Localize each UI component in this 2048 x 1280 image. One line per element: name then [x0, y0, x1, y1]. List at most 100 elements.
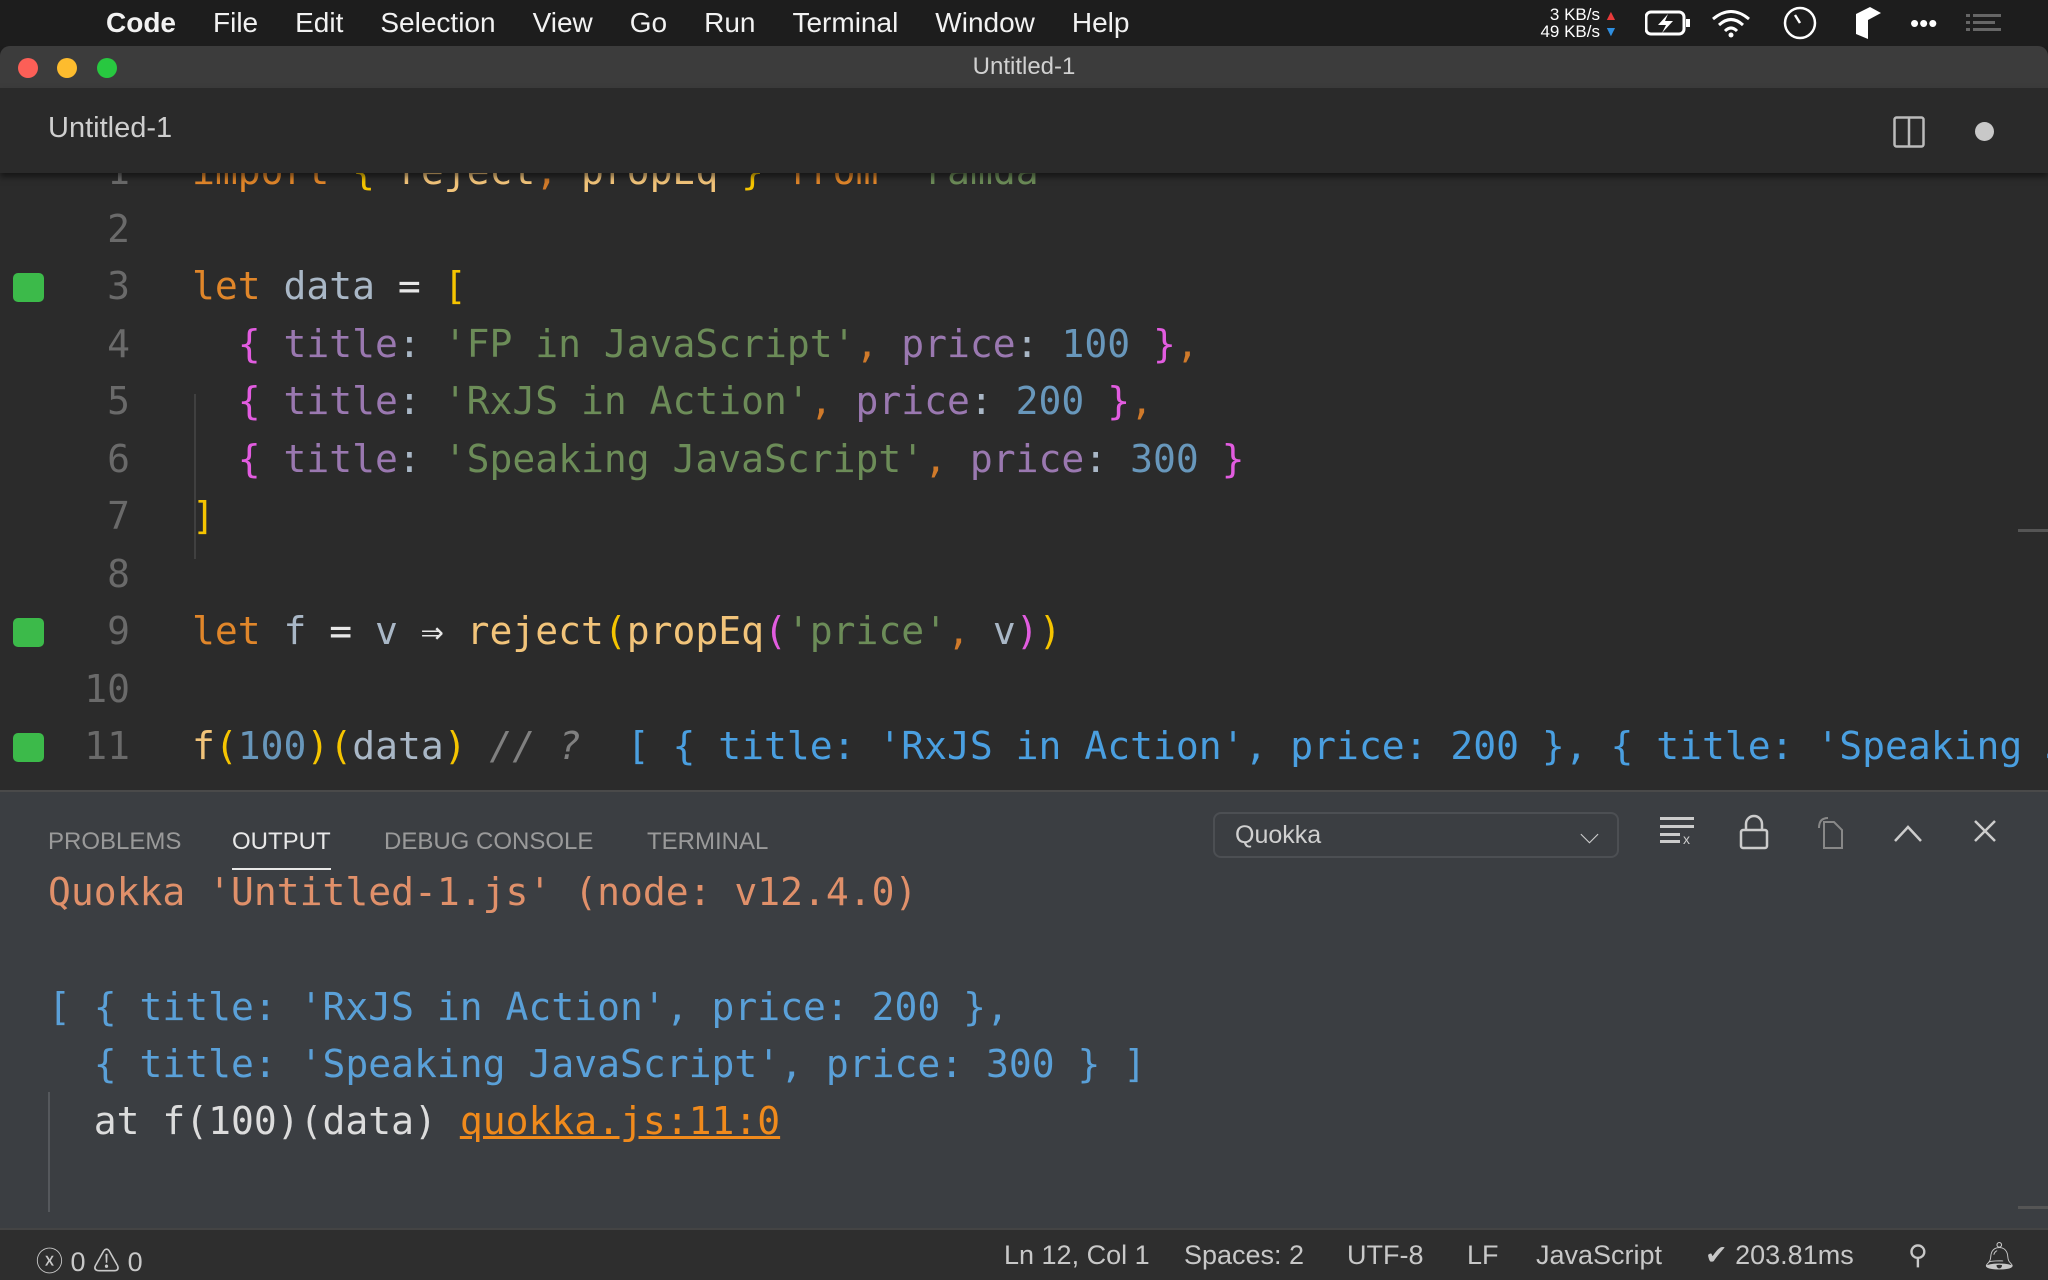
box-app-icon[interactable]	[1854, 0, 1882, 46]
code-line[interactable]: 6 { title: 'Speaking JavaScript', price:…	[0, 430, 2048, 488]
vscode-window: Untitled-1 Untitled-1 1 import { reject, …	[0, 46, 2048, 1280]
code-line[interactable]: 3 let data = [	[0, 257, 2048, 315]
code-line[interactable]: 2	[0, 200, 2048, 258]
tab-bar: Untitled-1	[0, 88, 2048, 173]
network-monitor[interactable]: 3 KB/s 49 KB/s	[1528, 0, 1600, 46]
code-token: ,	[535, 173, 558, 193]
menu-help[interactable]: Help	[1072, 7, 1130, 39]
result-location: at f(100)(data) quokka.js:11:0	[48, 1093, 780, 1149]
more-icon[interactable]: •••	[1910, 0, 1937, 46]
code-line[interactable]: 4 { title: 'FP in JavaScript', price: 10…	[0, 315, 2048, 373]
list-icon[interactable]	[1966, 0, 2002, 46]
code-line[interactable]: 7]	[0, 487, 2048, 545]
code-line[interactable]: 5 { title: 'RxJS in Action', price: 200 …	[0, 372, 2048, 430]
code-token: }	[1221, 436, 1245, 481]
close-window-button[interactable]	[18, 58, 38, 78]
open-log-file-icon[interactable]	[1811, 814, 1851, 854]
code-token: )	[306, 724, 330, 768]
menu-run[interactable]: Run	[704, 7, 755, 39]
code-token: :	[397, 321, 444, 366]
net-up: 3 KB/s	[1549, 5, 1600, 24]
apple-icon[interactable]	[42, 7, 72, 39]
tab-terminal[interactable]: TERMINAL	[647, 828, 768, 856]
code-line[interactable]: 10	[0, 660, 2048, 718]
menu-view[interactable]: View	[533, 7, 593, 39]
code-token: 'ramda'	[901, 173, 1061, 193]
svg-text:x: x	[1683, 831, 1690, 844]
code-token: :	[397, 379, 444, 423]
menu-edit[interactable]: Edit	[295, 7, 343, 39]
source-link[interactable]: quokka.js:11:0	[460, 1099, 780, 1143]
quokka-timing[interactable]: ✔ 203.81ms	[1705, 1240, 1854, 1271]
line-number: 8	[107, 551, 130, 596]
language-mode[interactable]: JavaScript	[1536, 1240, 1662, 1271]
code-token: v	[352, 609, 421, 653]
menu-go[interactable]: Go	[630, 7, 667, 39]
code-token: (	[214, 724, 238, 768]
code-token: ,	[855, 321, 902, 366]
menu-terminal[interactable]: Terminal	[792, 7, 898, 39]
wifi-icon[interactable]	[1710, 0, 1752, 46]
clock-icon[interactable]	[1783, 0, 1817, 46]
code-line[interactable]: 11 f(100)(data) // ? [ { title: 'RxJS in …	[0, 717, 2048, 775]
window-title: Untitled-1	[972, 53, 1076, 80]
code-token: reject	[375, 173, 535, 193]
error-count: 0	[70, 1247, 86, 1277]
tab-problems[interactable]: PROBLEMS	[48, 828, 181, 856]
code-editor[interactable]: 1 import { reject, propEq } from 'ramda' 2…	[0, 173, 2048, 790]
clear-output-icon[interactable]: x	[1657, 814, 1697, 854]
code-token: {	[237, 321, 261, 366]
quokka-header: Quokka 'Untitled-1.js' (node: v12.4.0)	[48, 870, 918, 914]
encoding[interactable]: UTF-8	[1347, 1240, 1424, 1271]
code-text: { title: 'Speaking JavaScript', price: 3…	[192, 430, 1245, 488]
line-number: 7	[107, 494, 130, 538]
code-token: )	[443, 724, 467, 768]
code-token: f	[260, 609, 330, 653]
code-text: { title: 'FP in JavaScript', price: 100 …	[192, 315, 1199, 373]
result-line-1: [ { title: 'RxJS in Action', price: 200 …	[48, 985, 1009, 1029]
lock-icon[interactable]	[1734, 814, 1774, 854]
close-panel-icon[interactable]	[1965, 814, 2005, 854]
tab-debug-console[interactable]: DEBUG CONSOLE	[384, 828, 593, 856]
indentation[interactable]: Spaces: 2	[1184, 1240, 1304, 1271]
line-number: 2	[107, 206, 130, 251]
code-line[interactable]: 9 let f = v ⇒ reject(propEq('price', v))	[0, 602, 2048, 660]
zoom-window-button[interactable]	[97, 58, 117, 78]
editor-tab[interactable]: Untitled-1	[48, 112, 172, 145]
bell-icon[interactable]: 🔔︎	[1982, 1240, 2016, 1272]
problems-status[interactable]: ⓧ 0 ⚠ 0	[36, 1240, 143, 1279]
code-line[interactable]: 8	[0, 545, 2048, 603]
code-token: ]	[192, 494, 215, 538]
code-token: 'price'	[786, 609, 948, 653]
code-token: let	[192, 264, 261, 308]
menu-window[interactable]: Window	[935, 7, 1035, 39]
battery-icon[interactable]	[1645, 0, 1691, 46]
line-number: 3	[107, 264, 130, 308]
code-token: propEq	[626, 609, 765, 653]
output-channel-select[interactable]: Quokka ⌵	[1213, 812, 1619, 858]
unsaved-dot-icon[interactable]	[1975, 122, 1994, 141]
menu-app[interactable]: Code	[106, 7, 176, 39]
feedback-icon[interactable]: ⚲	[1908, 1240, 1928, 1271]
menu-selection[interactable]: Selection	[380, 7, 495, 39]
code-token: ,	[1130, 379, 1153, 423]
code-token: :	[1015, 321, 1062, 366]
cursor-position[interactable]: Ln 12, Col 1	[1004, 1240, 1150, 1271]
chevron-down-icon: ⌵	[1580, 821, 1599, 849]
arrows-icon: ▲ ▼	[1604, 7, 1618, 39]
code-line[interactable]: 1 import { reject, propEq } from 'ramda'	[0, 173, 2048, 200]
line-number: 5	[107, 379, 130, 423]
code-token: 300	[1130, 436, 1199, 481]
maximize-panel-icon[interactable]	[1888, 814, 1928, 854]
split-editor-icon[interactable]	[1893, 116, 1925, 148]
menu-file[interactable]: File	[213, 7, 258, 39]
code-token: ,	[1175, 321, 1199, 366]
line-ending[interactable]: LF	[1467, 1240, 1499, 1271]
line-number: 1	[60, 173, 130, 200]
output-channel-value: Quokka	[1235, 821, 1322, 849]
code-token: data	[352, 724, 444, 768]
code-text: ]	[192, 487, 215, 545]
minimize-window-button[interactable]	[57, 58, 77, 78]
